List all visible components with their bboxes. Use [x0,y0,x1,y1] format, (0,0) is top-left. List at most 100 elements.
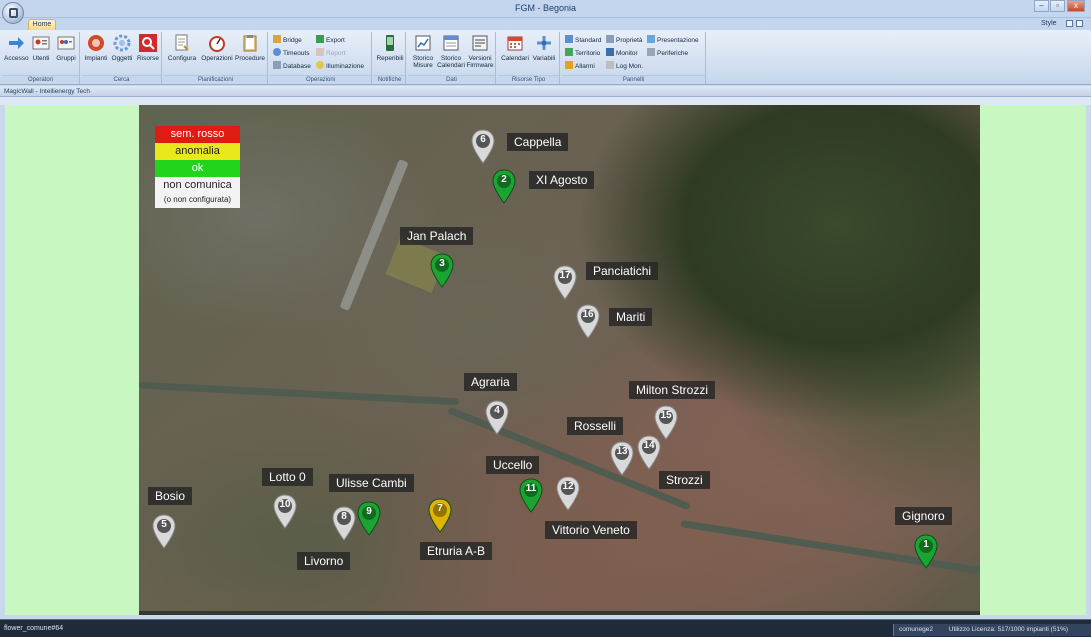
marker-14[interactable]: 14 [637,435,661,471]
marker-number: 17 [559,270,571,281]
accesso-label: Accesso [4,55,29,62]
marker-10[interactable]: 10 [273,494,297,530]
storico-calendari-button[interactable]: Storico Calendari [436,34,466,69]
risorse-button[interactable]: Risorse [136,34,160,62]
periferiche-button[interactable]: Periferiche [647,48,688,58]
standard-button[interactable]: Standard [565,35,601,45]
group-dati: Storico Misure Storico Calendari Version… [408,32,496,84]
export-button[interactable]: Export [316,35,345,45]
report-icon [316,48,324,56]
marker-2[interactable]: 2 [492,169,516,205]
storico-misure-button[interactable]: Storico Misure [410,34,436,69]
marker-7[interactable]: 7 [428,498,452,534]
marker-6[interactable]: 6 [471,129,495,165]
monitor-button[interactable]: Monitor [606,48,638,58]
reperibili-label: Reperibili [376,55,404,62]
impianti-button[interactable]: Impianti [84,34,108,62]
marker-label-panciatichi[interactable]: Panciatichi [586,262,659,280]
configura-button[interactable]: Configura [166,34,198,62]
marker-label-xi-agosto[interactable]: XI Agosto [529,171,595,189]
tab-row [0,18,1091,30]
map-margin-right [980,105,1086,615]
marker-label-uccello[interactable]: Uccello [486,456,540,474]
log-mon-button[interactable]: Log Mon. [606,61,643,71]
style-menu[interactable]: Style [1041,20,1057,27]
allarmi-label: Allarmi [575,63,595,70]
marker-label-cappella[interactable]: Cappella [507,133,569,151]
database-button[interactable]: Database [273,61,311,71]
procedure-button[interactable]: Procedure [234,34,266,62]
status-legend: sem. rosso anomalia ok non comunica (o n… [155,126,240,208]
illuminazione-button[interactable]: Illuminazione [316,61,364,71]
lightbulb-icon [316,61,324,69]
gruppi-button[interactable]: Gruppi [54,34,78,62]
legend-sem-rosso: sem. rosso [155,126,240,143]
presentazione-button[interactable]: Presentazione [647,35,699,45]
gear-icon [113,34,131,52]
marker-11[interactable]: 11 [519,478,543,514]
marker-5[interactable]: 5 [152,514,176,550]
marker-number: 2 [501,174,507,185]
proprieta-button[interactable]: Proprietà [606,35,642,45]
restore-button[interactable]: ▫ [1050,0,1065,12]
marker-label-gignoro[interactable]: Gignoro [895,507,952,525]
marker-8[interactable]: 8 [332,506,356,542]
app-menu-button[interactable] [2,2,24,24]
legend-anomalia: anomalia [155,143,240,160]
marker-16[interactable]: 16 [576,304,600,340]
calendari-button[interactable]: Calendari [500,34,530,62]
help-icon[interactable] [1076,20,1083,27]
marker-4[interactable]: 4 [485,400,509,436]
oggetti-button[interactable]: Oggetti [110,34,134,62]
map-attribution-bar [139,611,980,615]
versioni-firmware-button[interactable]: Versioni Firmware [466,34,494,69]
group-operatori: Accesso Utenti Gruppi Operatori [2,32,80,84]
allarmi-button[interactable]: Allarmi [565,61,595,71]
configure-icon [175,34,189,51]
marker-number: 7 [437,503,443,514]
marker-label-ulisse-cambi[interactable]: Ulisse Cambi [329,474,414,492]
marker-label-vittorio-veneto[interactable]: Vittorio Veneto [545,521,637,539]
bridge-button[interactable]: Bridge [273,35,302,45]
marker-label-milton-strozzi[interactable]: Milton Strozzi [629,381,716,399]
marker-9[interactable]: 9 [357,501,381,537]
group-pannelli: Standard Territorio Allarmi Proprietà Mo… [562,32,706,84]
reperibili-button[interactable]: Reperibili [375,34,405,62]
export-label: Export [326,37,345,44]
marker-1[interactable]: 1 [914,534,938,570]
marker-17[interactable]: 17 [553,265,577,301]
accesso-button[interactable]: Accesso [4,34,29,62]
timeouts-button[interactable]: Timeouts [273,48,310,58]
peripherals-icon [647,48,655,56]
variables-icon [537,36,551,50]
proprieta-label: Proprietà [616,37,643,44]
marker-label-rosselli[interactable]: Rosselli [567,417,624,435]
marker-label-mariti[interactable]: Mariti [609,308,653,326]
status-license: Utilizzo Licenza: 517/1000 impianti (51%… [948,626,1069,633]
marker-3[interactable]: 3 [430,253,454,289]
marker-label-strozzi[interactable]: Strozzi [659,471,710,489]
marker-label-etruria-a-b[interactable]: Etruria A-B [420,542,493,560]
window-layout-icon[interactable] [1066,20,1073,27]
marker-label-agraria[interactable]: Agraria [464,373,517,391]
variabili-button[interactable]: Variabili [530,34,558,62]
minimize-button[interactable]: ‒ [1034,0,1049,12]
marker-13[interactable]: 13 [610,441,634,477]
impianti-label: Impianti [84,55,108,62]
marker-number: 10 [279,499,291,510]
marker-label-livorno[interactable]: Livorno [297,552,351,570]
operazioni-button[interactable]: Operazioni [200,34,234,62]
marker-label-lotto-0[interactable]: Lotto 0 [262,468,313,486]
marker-label-jan-palach[interactable]: Jan Palach [400,227,474,245]
territorio-button[interactable]: Territorio [565,48,600,58]
group-cerca-label: Cerca [82,75,161,84]
tab-home[interactable]: Home [28,19,56,30]
legend-ok: ok [155,160,240,177]
report-button[interactable]: Report [316,48,346,58]
satellite-map[interactable]: sem. rosso anomalia ok non comunica (o n… [139,105,980,615]
group-card-icon [57,36,75,50]
marker-label-bosio[interactable]: Bosio [148,487,193,505]
marker-12[interactable]: 12 [556,476,580,512]
close-button[interactable]: x [1067,0,1085,12]
utenti-button[interactable]: Utenti [30,34,52,62]
